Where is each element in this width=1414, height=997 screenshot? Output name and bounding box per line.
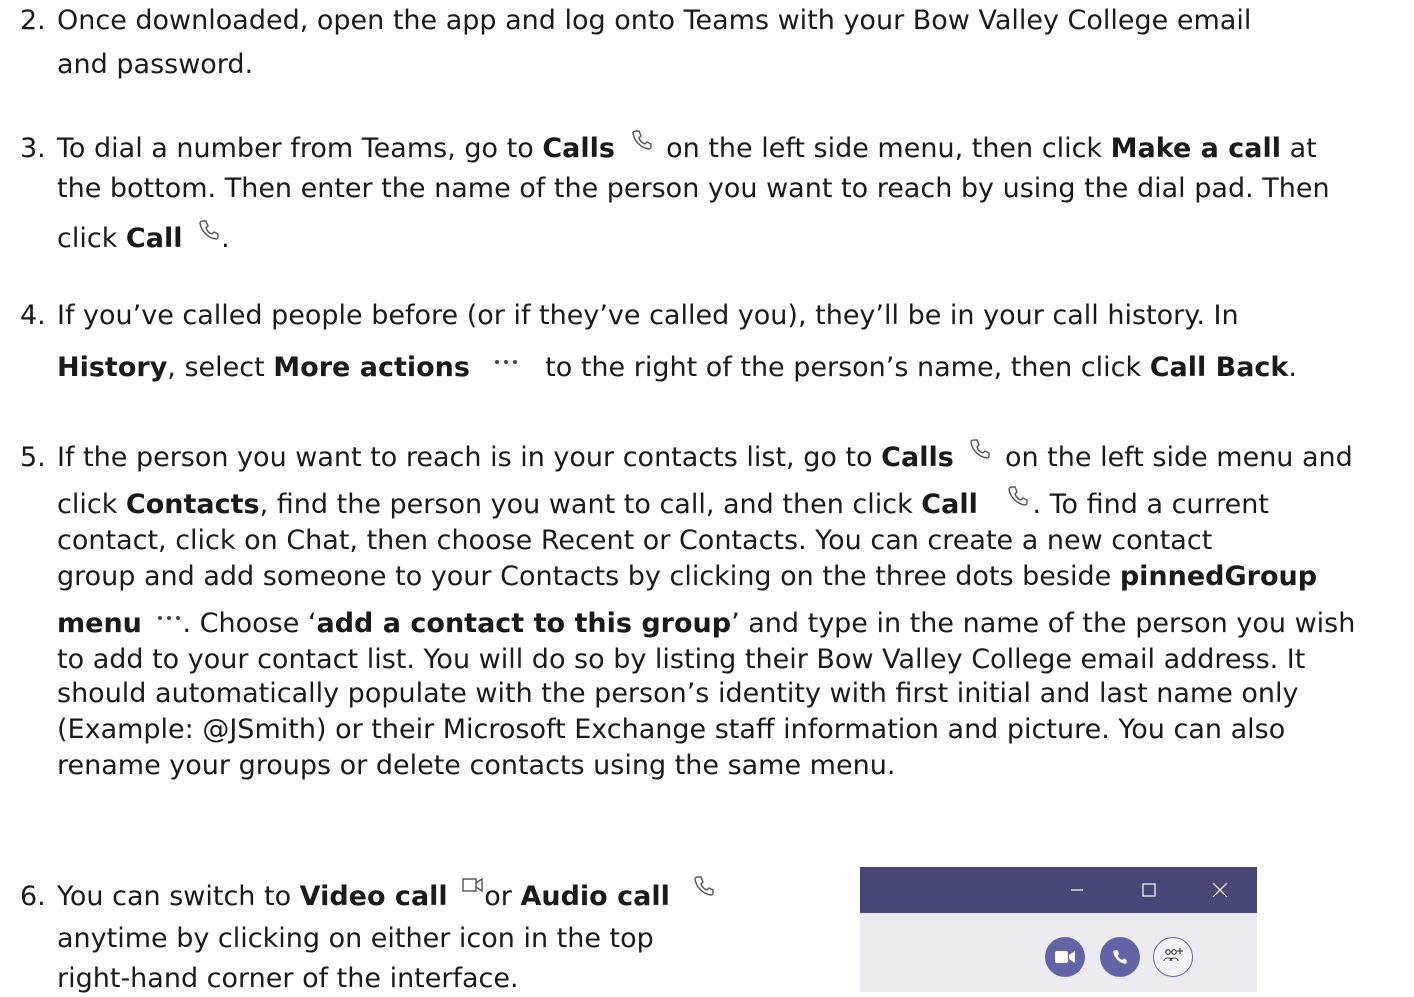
maximize-icon[interactable] [1129,867,1169,913]
item-text-line: contact, click on Chat, then choose Rece… [57,525,1213,556]
item-text-line: To dial a number from Teams, go to Calls… [57,129,1317,168]
more-actions-icon [493,341,519,377]
text: You can switch to [57,881,300,912]
contacts-label: Contacts [125,489,260,520]
text: or [484,881,521,912]
text: . [221,223,230,254]
video-call-label: Video call [299,881,448,912]
text: click [57,223,126,254]
text: , select [167,352,274,383]
item-text-line: click Call . [57,219,230,258]
video-icon [462,868,484,904]
audio-call-icon[interactable] [1100,937,1140,977]
item-number: 2. [20,5,46,36]
add-contact-label: add a contact to this group [316,608,732,639]
text: If the person you want to reach is in yo… [57,442,882,473]
more-actions-label: More actions [273,352,470,383]
text: group and add someone to your Contacts b… [57,561,1120,592]
calls-label: Calls [542,133,615,164]
item-text-line: (Example: @JSmith) or their Microsoft Ex… [57,714,1286,745]
item-text-line: menu . Choose ‘add a contact to this gro… [57,606,1355,643]
text: . Choose ‘ [182,608,317,639]
text: click [57,489,126,520]
video-call-icon[interactable] [1045,937,1085,977]
item-text-line: anytime by clicking on either icon in th… [57,923,654,954]
phone-icon [692,872,716,908]
item-text-line: If you’ve called people before (or if th… [57,300,1239,331]
calls-label: Calls [881,442,954,473]
item-text-line: You can switch to Video call or Audio ca… [57,875,716,916]
item-text-line: the bottom. Then enter the name of the p… [57,173,1330,204]
add-people-icon[interactable] [1153,937,1193,977]
call-back-label: Call Back [1149,352,1289,383]
item-text-line: and password. [57,49,254,80]
phone-icon [968,435,992,471]
text: , find the person you want to call, and … [259,489,922,520]
call-label: Call [125,223,183,254]
call-label: Call [921,489,978,520]
item-text-line: If the person you want to reach is in yo… [57,438,1353,477]
item-number: 5. [20,442,46,473]
text: at [1281,133,1317,164]
make-a-call-label: Make a call [1110,133,1282,164]
text: to the right of the person’s name, then … [536,352,1150,383]
text: ’ and type in the name of the person you… [731,608,1356,639]
teams-window-screenshot [860,867,1257,992]
close-icon[interactable] [1200,867,1240,913]
item-text-line: should automatically populate with the p… [57,678,1299,709]
phone-icon [197,216,221,252]
pinned-group-label: pinnedGroup [1119,561,1318,592]
minimize-icon[interactable] [1057,867,1097,913]
item-text-line: to add to your contact list. You will do… [57,644,1306,675]
item-text-line: Once downloaded, open the app and log on… [57,5,1252,36]
history-label: History [57,352,168,383]
phone-icon [1006,482,1030,518]
text: To dial a number from Teams, go to [57,133,543,164]
item-text-line: rename your groups or delete contacts us… [57,750,896,781]
item-text-line: History, select More actions to the righ… [57,350,1297,387]
phone-icon [630,126,654,162]
item-number: 4. [20,300,46,331]
item-text-line: click Contacts, find the person you want… [57,485,1269,524]
more-actions-icon [156,597,182,633]
text: . To find a current [1032,489,1269,520]
text: on the left side menu and [996,442,1353,473]
window-title-bar [860,867,1257,913]
item-number: 6. [20,881,46,912]
audio-call-label: Audio call [520,881,670,912]
item-text-line: group and add someone to your Contacts b… [57,559,1317,595]
text: on the left side menu, then click [657,133,1111,164]
item-number: 3. [20,133,46,164]
text: . [1288,352,1297,383]
menu-label: menu [57,608,142,639]
